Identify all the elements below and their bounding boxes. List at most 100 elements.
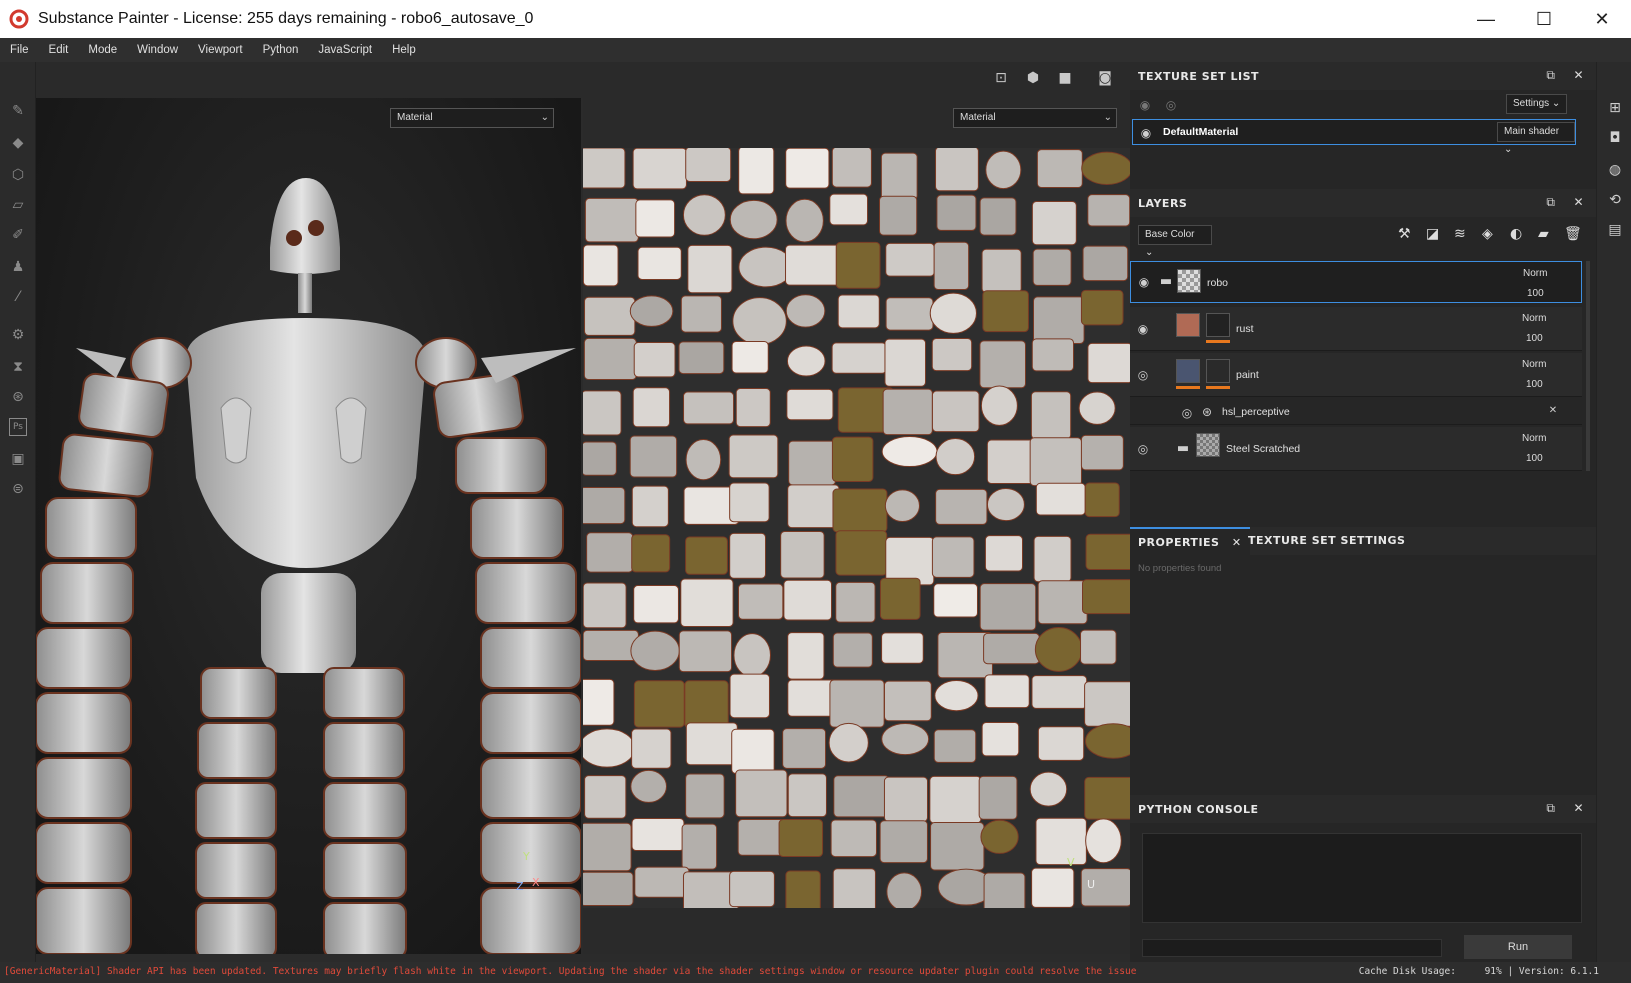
layer-row-paint[interactable]: ◎ paint Norm 100: [1130, 353, 1582, 397]
blend-mode[interactable]: Norm: [1522, 433, 1546, 444]
eye-icon[interactable]: ◉: [1136, 98, 1154, 112]
close-window-button[interactable]: ✕: [1573, 0, 1631, 38]
tab-texture-set-settings[interactable]: TEXTURE SET SETTINGS: [1240, 527, 1413, 555]
float-panel-icon[interactable]: ⧉: [1546, 801, 1555, 816]
display-settings-icon[interactable]: ◘: [1605, 130, 1625, 150]
uv-island: [738, 583, 784, 620]
right-viewport-material-select[interactable]: Material ⌄: [953, 108, 1117, 128]
close-panel-icon[interactable]: ✕: [1573, 801, 1584, 816]
screenshot-icon[interactable]: ◙: [1094, 70, 1116, 90]
uv-island: [732, 297, 787, 346]
menu-viewport[interactable]: Viewport: [188, 44, 253, 56]
log-icon[interactable]: ▤: [1605, 222, 1625, 242]
blend-mode[interactable]: Norm: [1522, 313, 1546, 324]
uv-island: [829, 679, 885, 728]
bake-icon[interactable]: ⚙: [9, 326, 27, 344]
menu-javascript[interactable]: JavaScript: [308, 44, 382, 56]
menu-window[interactable]: Window: [127, 44, 188, 56]
add-mask-icon[interactable]: ◪: [1426, 226, 1439, 242]
channel-select[interactable]: Base Color ⌄: [1138, 225, 1212, 258]
cube-view-icon[interactable]: ⬢: [1022, 70, 1044, 90]
substance-share-icon[interactable]: ⊜: [9, 480, 27, 498]
layer-opacity[interactable]: 100: [1526, 453, 1543, 464]
texture-export-icon[interactable]: ▣: [9, 450, 27, 468]
close-panel-icon[interactable]: ✕: [1573, 195, 1584, 210]
layers-scrollbar[interactable]: [1586, 261, 1590, 471]
projection-icon[interactable]: ⬡: [9, 166, 27, 184]
menu-edit[interactable]: Edit: [39, 44, 79, 56]
uv-island: [980, 819, 1019, 854]
texture-set-settings-button[interactable]: Settings ⌄: [1506, 94, 1568, 114]
smart-material-icon[interactable]: ⚒: [1398, 226, 1411, 242]
add-folder-icon[interactable]: ▰: [1538, 226, 1549, 242]
uv-island: [831, 436, 874, 482]
eye-icon[interactable]: ◎: [1134, 368, 1152, 382]
polygon-fill-icon[interactable]: ▱: [9, 196, 27, 214]
layer-opacity[interactable]: 100: [1526, 379, 1543, 390]
tab-properties[interactable]: PROPERTIES ✕: [1130, 527, 1250, 555]
add-effect-icon[interactable]: ◐: [1510, 226, 1522, 242]
hourglass-icon[interactable]: ⧗: [9, 358, 27, 376]
smudge-icon[interactable]: ✐: [9, 226, 27, 244]
eye-icon[interactable]: ◎: [1178, 406, 1196, 420]
blend-mode[interactable]: Norm: [1522, 359, 1546, 370]
uv-island: [884, 338, 927, 387]
eye-icon[interactable]: ◉: [1137, 126, 1155, 140]
delete-layer-icon[interactable]: 🗑: [1564, 226, 1582, 242]
python-console-input[interactable]: [1142, 939, 1442, 957]
layer-row-rust[interactable]: ◉ rust Norm 100: [1130, 307, 1582, 351]
uv-island: [881, 632, 924, 664]
shader-select[interactable]: Main shader ⌄: [1497, 122, 1575, 155]
uv-island: [583, 871, 634, 907]
close-panel-icon[interactable]: ✕: [1573, 68, 1584, 83]
viewport-2d-uv[interactable]: Material ⌄ V U: [583, 98, 1130, 954]
menu-file[interactable]: File: [0, 44, 39, 56]
environment-icon[interactable]: ◍: [1605, 162, 1625, 182]
uv-island: [787, 484, 840, 529]
substance-icon[interactable]: ⊛: [9, 388, 27, 406]
clone-stamp-icon[interactable]: ♟: [9, 258, 27, 276]
run-button[interactable]: Run: [1464, 935, 1572, 959]
paint-brush-icon[interactable]: ✎: [9, 102, 27, 120]
texture-set-row[interactable]: ◉ DefaultMaterial Main shader ⌄: [1132, 119, 1576, 155]
minimize-button[interactable]: —: [1457, 0, 1515, 38]
eraser-icon[interactable]: ◆: [9, 134, 27, 152]
eye-icon[interactable]: ◎: [1162, 98, 1180, 112]
layers-header: LAYERS ⧉ ✕: [1130, 189, 1596, 217]
layer-row-robo[interactable]: ◉ ▬ robo Norm 100: [1130, 261, 1582, 303]
photoshop-export-icon[interactable]: Ps: [9, 418, 27, 436]
float-panel-icon[interactable]: ⧉: [1546, 68, 1555, 83]
layer-row-steel-scratched[interactable]: ◎ ▬ Steel Scratched Norm 100: [1130, 427, 1582, 471]
view-mode-icon[interactable]: ⊡: [990, 70, 1012, 90]
uv-island: [1029, 771, 1068, 807]
uv-island: [883, 680, 932, 722]
menu-help[interactable]: Help: [382, 44, 426, 56]
uv-island: [1080, 289, 1124, 326]
uv-island: [984, 674, 1030, 709]
history-icon[interactable]: ⟲: [1605, 192, 1625, 212]
channel-label: Base Color: [1145, 229, 1195, 240]
viewport-3d[interactable]: Material ⌄ Y Z X: [36, 98, 581, 954]
eye-icon[interactable]: ◉: [1134, 322, 1152, 336]
eye-icon[interactable]: ◎: [1134, 442, 1152, 456]
python-console-output[interactable]: [1142, 833, 1582, 923]
layer-opacity[interactable]: 100: [1526, 333, 1543, 344]
add-layer-icon[interactable]: ≋: [1454, 226, 1466, 242]
layer-opacity[interactable]: 100: [1527, 288, 1544, 299]
uv-island: [935, 437, 976, 476]
menu-mode[interactable]: Mode: [78, 44, 127, 56]
float-panel-icon[interactable]: ⧉: [1546, 195, 1555, 210]
blend-mode[interactable]: Norm: [1523, 268, 1547, 279]
uv-island: [985, 150, 1022, 190]
add-fill-layer-icon[interactable]: ◈: [1482, 226, 1493, 242]
eye-icon[interactable]: ◉: [1135, 275, 1153, 289]
color-picker-icon[interactable]: ⁄: [9, 288, 27, 306]
menu-python[interactable]: Python: [253, 44, 309, 56]
grid-layout-icon[interactable]: ⊞: [1605, 100, 1625, 120]
effect-row-hsl[interactable]: ◎ ⊛ hsl_perceptive ✕: [1130, 399, 1582, 425]
maximize-button[interactable]: ☐: [1515, 0, 1573, 38]
uv-island: [729, 532, 767, 579]
layer-thumbnail: [1196, 433, 1220, 457]
remove-effect-icon[interactable]: ✕: [1544, 405, 1562, 417]
camera-icon[interactable]: ■: [1054, 70, 1076, 90]
